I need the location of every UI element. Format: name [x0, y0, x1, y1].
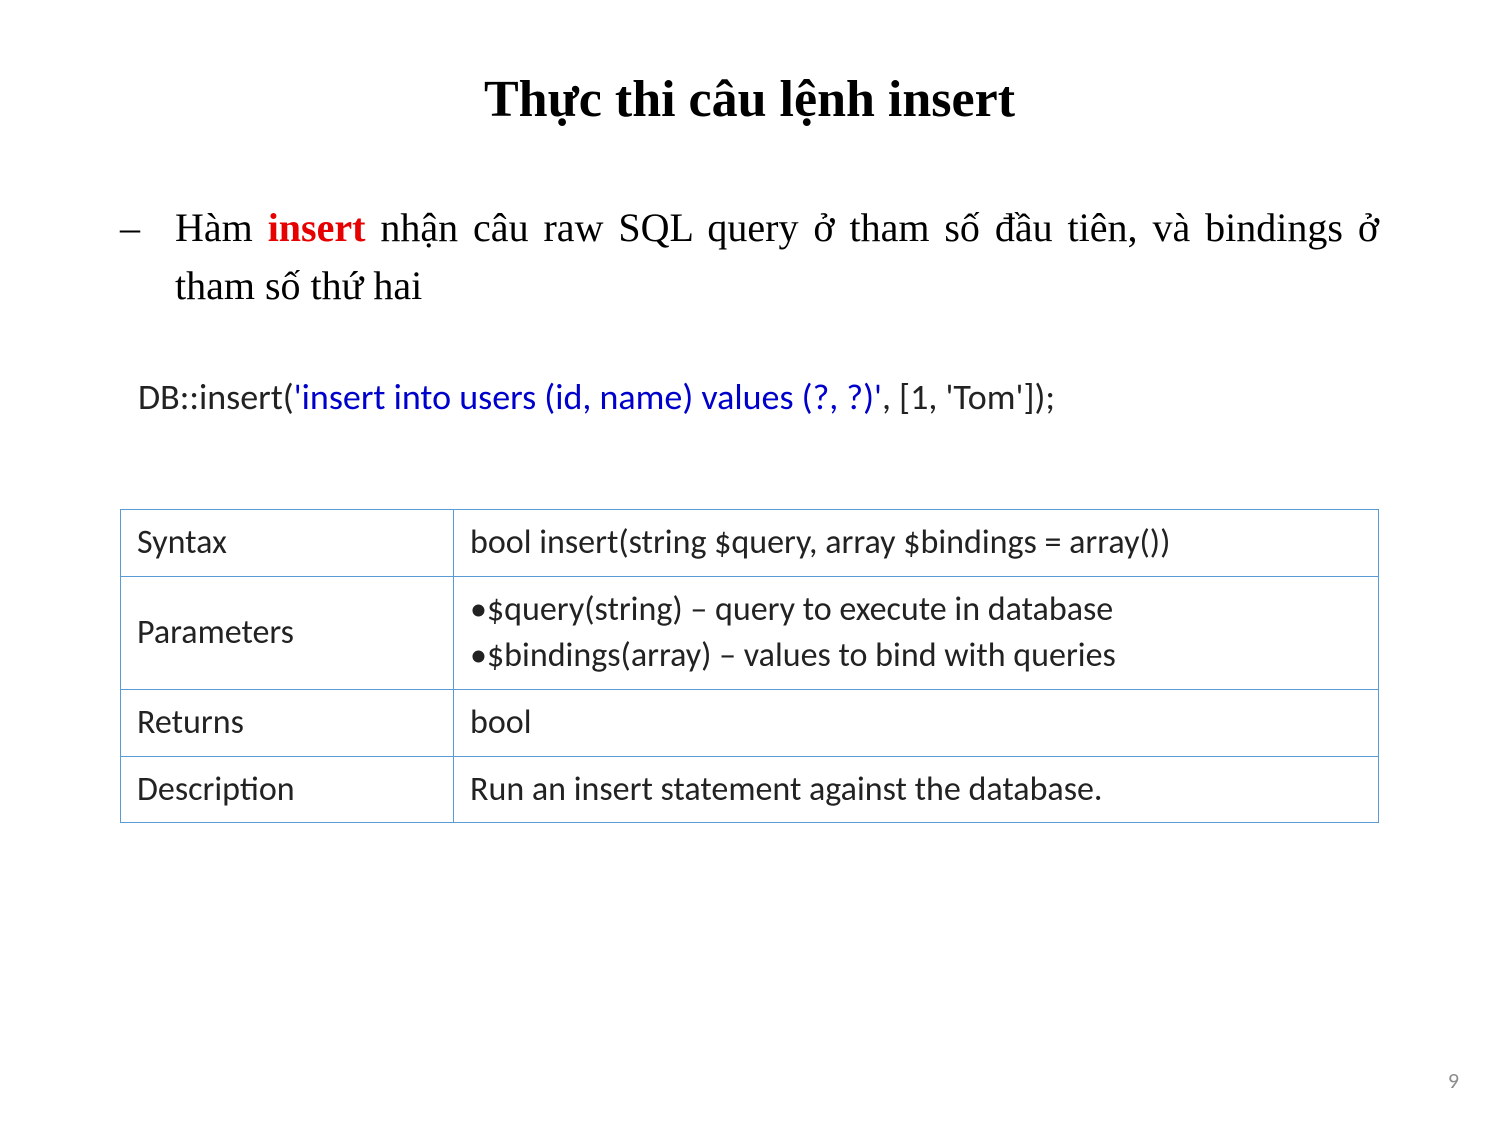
returns-value: bool: [454, 689, 1379, 756]
bullet-keyword: insert: [268, 205, 366, 250]
bullet-text: Hàm insert nhận câu raw SQL query ở tham…: [175, 199, 1379, 315]
api-table: Syntax bool insert(string $query, array …: [120, 509, 1379, 823]
page-number: 9: [1448, 1067, 1459, 1094]
bullet-pre: Hàm: [175, 205, 268, 250]
table-row: Returns bool: [121, 689, 1379, 756]
bullet-dash: –: [120, 199, 175, 257]
code-suffix: , [1, 'Tom']);: [882, 375, 1055, 419]
code-prefix: DB::insert(: [138, 375, 294, 419]
syntax-label: Syntax: [121, 510, 454, 577]
parameters-line-2: •$bindings(array) – values to bind with …: [470, 635, 1116, 676]
table-row: Parameters •$query(string) – query to ex…: [121, 576, 1379, 689]
parameters-line-1: •$query(string) – query to execute in da…: [470, 589, 1113, 630]
bullet-item: – Hàm insert nhận câu raw SQL query ở th…: [120, 199, 1379, 315]
description-label: Description: [121, 756, 454, 823]
table-row: Syntax bool insert(string $query, array …: [121, 510, 1379, 577]
table-row: Description Run an insert statement agai…: [121, 756, 1379, 823]
slide: Thực thi câu lệnh insert – Hàm insert nh…: [0, 0, 1499, 1124]
syntax-value: bool insert(string $query, array $bindin…: [454, 510, 1379, 577]
code-sql: 'insert into users (id, name) values (?,…: [294, 375, 882, 419]
parameters-label: Parameters: [121, 576, 454, 689]
description-value: Run an insert statement against the data…: [454, 756, 1379, 823]
code-example: DB::insert('insert into users (id, name)…: [138, 375, 1379, 419]
returns-label: Returns: [121, 689, 454, 756]
parameters-value: •$query(string) – query to execute in da…: [454, 576, 1379, 689]
slide-title: Thực thi câu lệnh insert: [120, 70, 1379, 129]
